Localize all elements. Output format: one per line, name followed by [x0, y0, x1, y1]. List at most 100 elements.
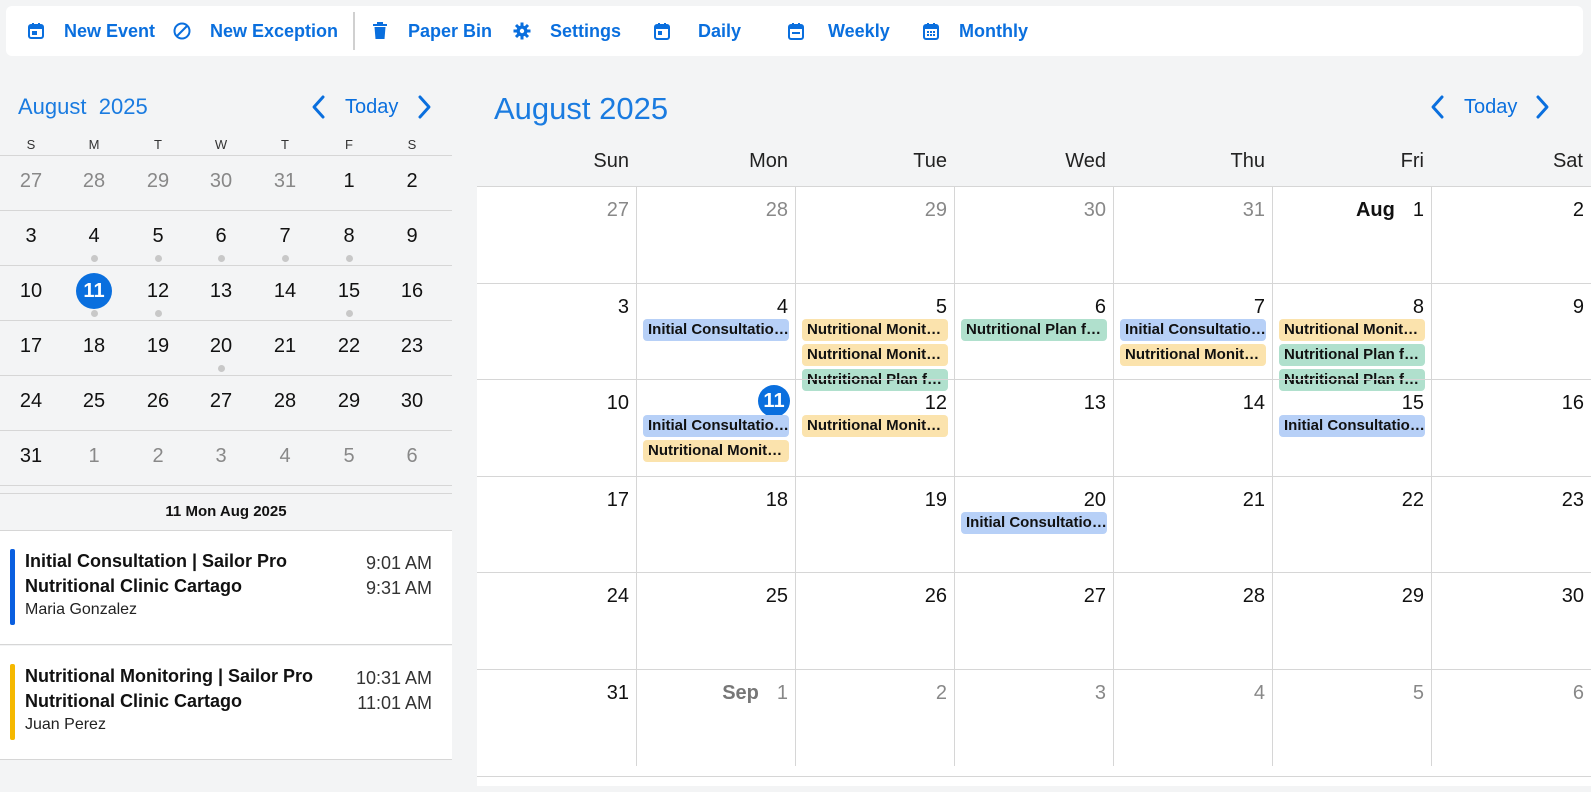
calendar-event-chip[interactable]: Nutritional Monitoring | Sailor Pro Nutr…: [643, 440, 789, 462]
mini-day-cell[interactable]: 3: [0, 211, 63, 267]
daily-view-button[interactable]: Daily: [652, 6, 741, 56]
mini-day-cell[interactable]: 31: [253, 156, 317, 212]
calendar-event-chip[interactable]: Nutritional Monitoring | Sailor Pro Nutr…: [802, 344, 948, 366]
mini-day-cell[interactable]: 10: [0, 266, 63, 322]
new-event-button[interactable]: New Event: [26, 6, 155, 56]
mini-day-cell[interactable]: 18: [62, 321, 126, 377]
mini-day-cell[interactable]: 2: [380, 156, 444, 212]
paper-bin-button[interactable]: Paper Bin: [370, 6, 492, 56]
month-day-cell[interactable]: 16: [1431, 379, 1591, 476]
month-day-cell[interactable]: 3: [954, 669, 1113, 766]
mini-day-cell[interactable]: 7: [253, 211, 317, 267]
month-day-cell[interactable]: 18: [636, 476, 795, 573]
month-day-cell[interactable]: 25: [636, 572, 795, 669]
mini-day-cell[interactable]: 12: [126, 266, 190, 322]
month-day-cell[interactable]: Aug 1: [1272, 186, 1431, 283]
month-day-cell[interactable]: 28: [636, 186, 795, 283]
month-today-button[interactable]: Today: [1464, 96, 1517, 119]
mini-day-cell[interactable]: 6: [189, 211, 253, 267]
mini-day-cell[interactable]: 21: [253, 321, 317, 377]
mini-day-cell[interactable]: 14: [253, 266, 317, 322]
mini-day-cell[interactable]: 15: [317, 266, 381, 322]
mini-day-cell[interactable]: 30: [189, 156, 253, 212]
calendar-event-chip[interactable]: Nutritional Monitoring | Sailor Pro Nutr…: [802, 415, 948, 437]
month-day-cell[interactable]: 27: [477, 186, 636, 283]
month-day-cell[interactable]: 8Nutritional Monitoring | Sailor Pro Nut…: [1272, 283, 1431, 391]
calendar-event-chip[interactable]: Initial Consultation | Sailor Pro Nutrit…: [643, 319, 789, 341]
mini-today-button[interactable]: Today: [345, 96, 398, 119]
mini-day-cell[interactable]: 4: [62, 211, 126, 267]
mini-day-cell[interactable]: 9: [380, 211, 444, 267]
calendar-event-chip[interactable]: Initial Consultation | Sailor Pro Nutrit…: [1279, 415, 1425, 437]
month-day-cell[interactable]: 5: [1272, 669, 1431, 766]
month-day-cell[interactable]: 31: [1113, 186, 1272, 283]
month-day-cell[interactable]: 21: [1113, 476, 1272, 573]
mini-day-cell[interactable]: 26: [126, 376, 190, 432]
mini-day-cell[interactable]: 1: [317, 156, 381, 212]
month-day-cell[interactable]: 6: [1431, 669, 1591, 766]
month-day-cell[interactable]: 5Nutritional Monitoring | Sailor Pro Nut…: [795, 283, 954, 391]
mini-day-cell[interactable]: 31: [0, 431, 63, 487]
month-day-cell[interactable]: 11Initial Consultation | Sailor Pro Nutr…: [636, 379, 795, 476]
mini-day-cell[interactable]: 5: [317, 431, 381, 487]
month-day-cell[interactable]: 26: [795, 572, 954, 669]
mini-day-cell[interactable]: 8: [317, 211, 381, 267]
calendar-event-chip[interactable]: Initial Consultation | Sailor Pro Nutrit…: [1120, 319, 1266, 341]
mini-day-cell[interactable]: 3: [189, 431, 253, 487]
month-day-cell[interactable]: 23: [1431, 476, 1591, 573]
mini-day-cell[interactable]: 2: [126, 431, 190, 487]
month-day-cell[interactable]: 30: [1431, 572, 1591, 669]
month-day-cell[interactable]: 4Initial Consultation | Sailor Pro Nutri…: [636, 283, 795, 380]
mini-day-cell[interactable]: 30: [380, 376, 444, 432]
mini-day-cell[interactable]: 28: [253, 376, 317, 432]
mini-prev-chevron-icon[interactable]: [309, 94, 329, 120]
month-day-cell[interactable]: 3: [477, 283, 636, 380]
month-next-chevron-icon[interactable]: [1532, 94, 1552, 120]
calendar-event-chip[interactable]: Initial Consultation | Sailor Pro Nutrit…: [961, 512, 1107, 534]
new-exception-button[interactable]: New Exception: [172, 6, 338, 56]
mini-day-cell[interactable]: 23: [380, 321, 444, 377]
mini-day-cell[interactable]: 16: [380, 266, 444, 322]
mini-day-cell[interactable]: 17: [0, 321, 63, 377]
mini-day-cell[interactable]: 24: [0, 376, 63, 432]
mini-day-cell[interactable]: 13: [189, 266, 253, 322]
mini-day-cell[interactable]: 11: [62, 266, 126, 322]
mini-day-cell[interactable]: 4: [253, 431, 317, 487]
mini-next-chevron-icon[interactable]: [414, 94, 434, 120]
monthly-view-button[interactable]: Monthly: [921, 6, 1028, 56]
mini-day-cell[interactable]: 1: [62, 431, 126, 487]
month-day-cell[interactable]: 20Initial Consultation | Sailor Pro Nutr…: [954, 476, 1113, 573]
month-day-cell[interactable]: 13: [954, 379, 1113, 476]
month-day-cell[interactable]: 28: [1113, 572, 1272, 669]
month-day-cell[interactable]: 6Nutritional Plan follow-up | Sailor Pro…: [954, 283, 1113, 380]
calendar-event-chip[interactable]: Nutritional Plan follow-up | Sailor Pro …: [1279, 344, 1425, 366]
settings-button[interactable]: Settings: [512, 6, 621, 56]
month-day-cell[interactable]: Sep 1: [636, 669, 795, 766]
month-prev-chevron-icon[interactable]: [1428, 94, 1448, 120]
month-day-cell[interactable]: 29: [1272, 572, 1431, 669]
weekly-view-button[interactable]: Weekly: [786, 6, 890, 56]
calendar-event-chip[interactable]: Nutritional Monitoring | Sailor Pro Nutr…: [1120, 344, 1266, 366]
agenda-event-item[interactable]: Nutritional Monitoring | Sailor Pro Nutr…: [0, 646, 452, 760]
calendar-event-chip[interactable]: Initial Consultation | Sailor Pro Nutrit…: [643, 415, 789, 437]
month-day-cell[interactable]: 17: [477, 476, 636, 573]
month-day-cell[interactable]: 14: [1113, 379, 1272, 476]
calendar-event-chip[interactable]: Nutritional Monitoring | Sailor Pro Nutr…: [802, 319, 948, 341]
month-day-cell[interactable]: 12Nutritional Monitoring | Sailor Pro Nu…: [795, 379, 954, 476]
calendar-event-chip[interactable]: Nutritional Monitoring | Sailor Pro Nutr…: [1279, 319, 1425, 341]
mini-day-cell[interactable]: 29: [126, 156, 190, 212]
month-day-cell[interactable]: 19: [795, 476, 954, 573]
mini-day-cell[interactable]: 22: [317, 321, 381, 377]
agenda-event-item[interactable]: Initial Consultation | Sailor Pro Nutrit…: [0, 531, 452, 645]
month-day-cell[interactable]: 27: [954, 572, 1113, 669]
mini-day-cell[interactable]: 19: [126, 321, 190, 377]
month-day-cell[interactable]: 24: [477, 572, 636, 669]
mini-day-cell[interactable]: 5: [126, 211, 190, 267]
month-day-cell[interactable]: 30: [954, 186, 1113, 283]
month-day-cell[interactable]: 7Initial Consultation | Sailor Pro Nutri…: [1113, 283, 1272, 380]
mini-day-cell[interactable]: 29: [317, 376, 381, 432]
mini-day-cell[interactable]: 20: [189, 321, 253, 377]
calendar-event-chip[interactable]: Nutritional Plan follow-up | Sailor Pro …: [961, 319, 1107, 341]
mini-day-cell[interactable]: 28: [62, 156, 126, 212]
month-day-cell[interactable]: 22: [1272, 476, 1431, 573]
